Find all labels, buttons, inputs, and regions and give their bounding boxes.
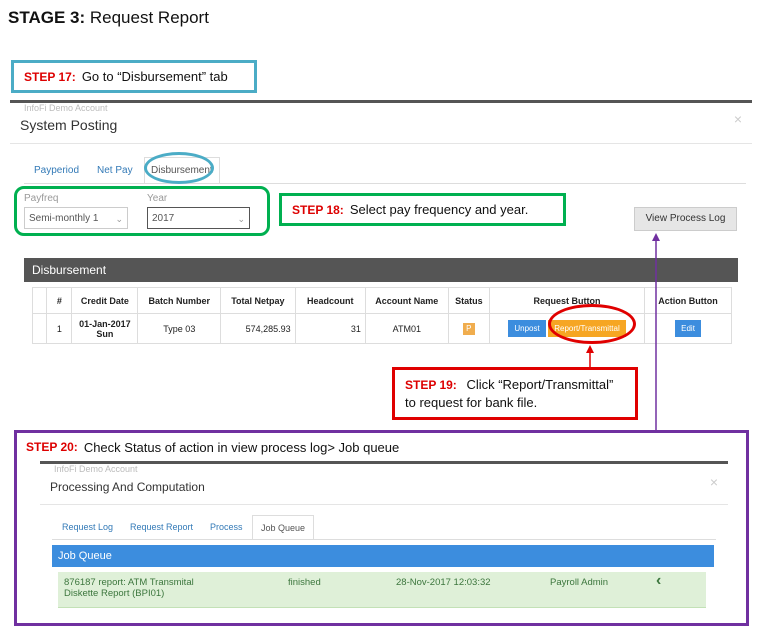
red-arrow-head <box>586 345 594 353</box>
modal-title: Processing And Computation <box>50 480 205 494</box>
tab-request-report[interactable]: Request Report <box>130 522 193 532</box>
job-user: Payroll Admin <box>550 577 609 588</box>
step20-callout: STEP 20: Check Status of action in view … <box>18 437 618 457</box>
divider <box>40 504 728 505</box>
job-description: 876187 report: ATM Transmital Diskette R… <box>64 577 194 599</box>
step20-text: Check Status of action in view process l… <box>83 439 400 455</box>
close-icon[interactable]: × <box>710 474 718 490</box>
processing-modal: InfoFi Demo Account Processing And Compu… <box>40 461 728 619</box>
job-queue-row[interactable]: 876187 report: ATM Transmital Diskette R… <box>58 572 706 608</box>
job-date: 28-Nov-2017 12:03:32 <box>396 577 491 588</box>
job-queue-panel-title: Job Queue <box>52 545 714 567</box>
tab-job-queue[interactable]: Job Queue <box>252 515 315 539</box>
job-status: finished <box>288 577 321 588</box>
tab-request-log[interactable]: Request Log <box>62 522 113 532</box>
tab-process[interactable]: Process <box>210 522 243 532</box>
purple-arrow-head <box>652 233 660 241</box>
job-description-line1: 876187 report: ATM Transmital <box>64 577 194 588</box>
chevron-left-icon[interactable]: ‹ <box>656 572 661 590</box>
job-description-line2: Diskette Report (BPI01) <box>64 588 165 599</box>
tabs-underline <box>52 539 716 540</box>
step20-number: STEP 20: <box>26 440 78 454</box>
ghost-account-text: InfoFi Demo Account <box>54 464 138 474</box>
